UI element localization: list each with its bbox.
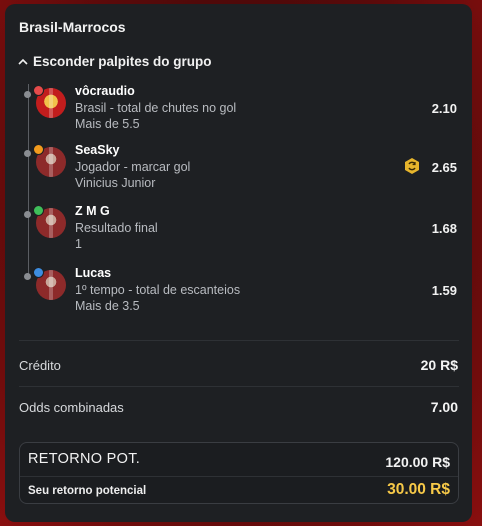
divider [20,476,458,477]
potential-return-label: RETORNO POT. [28,451,141,467]
combined-odds-label: Odds combinadas [19,400,124,415]
tree-node-dot [24,91,31,98]
group-picks-toggle[interactable]: Esconder palpites do grupo [17,54,212,69]
bet-pick: Mais de 5.5 [75,117,140,131]
bet-odds: 2.10 [431,101,457,116]
potential-return-box: RETORNO POT. 120.00 R$ Seu retorno poten… [19,442,459,504]
odds-boost-icon [405,158,419,174]
bet-user: vôcraudio [75,84,135,98]
group-bet-item: SeaSky Jogador - marcar gol Vinicius Jun… [24,143,467,199]
group-bet-item: Z M G Resultado final 1 1.68 [24,204,467,260]
group-bet-item: Lucas 1º tempo - total de escanteios Mai… [24,266,467,322]
bet-user: Lucas [75,266,112,280]
tree-node-dot [24,211,31,218]
bet-market: Jogador - marcar gol [75,160,191,174]
bet-market: 1º tempo - total de escanteios [75,283,241,297]
tree-node-dot [24,150,31,157]
bet-user: Z M G [75,204,110,218]
combined-odds-value: 7.00 [430,399,458,415]
credit-label: Crédito [19,358,61,373]
credit-value: 20 R$ [420,357,458,373]
bet-odds: 1.59 [431,283,457,298]
your-return-value: 30.00 R$ [387,481,450,498]
bet-market: Brasil - total de chutes no gol [75,101,237,115]
level-badge-icon [33,144,44,155]
potential-return-value: 120.00 R$ [385,454,450,470]
level-badge-icon [33,85,44,96]
bet-slip-panel: Brasil-Marrocos Esconder palpites do gru… [5,4,472,522]
group-bet-item: vôcraudio Brasil - total de chutes no go… [24,84,467,140]
chevron-up-icon [18,58,28,65]
tree-node-dot [24,273,31,280]
divider [19,340,459,341]
match-title: Brasil-Marrocos [19,19,126,35]
your-return-label: Seu retorno potencial [28,485,147,497]
bet-pick: Mais de 3.5 [75,299,140,313]
bet-pick: Vinicius Junior [75,176,156,190]
bet-market: Resultado final [75,221,158,235]
bet-user: SeaSky [75,143,120,157]
group-picks-toggle-label: Esconder palpites do grupo [33,54,212,69]
bet-pick: 1 [75,237,82,251]
level-badge-icon [33,267,44,278]
bet-odds: 1.68 [431,221,457,236]
bet-odds: 2.65 [431,160,457,175]
divider [19,386,459,387]
level-badge-icon [33,205,44,216]
